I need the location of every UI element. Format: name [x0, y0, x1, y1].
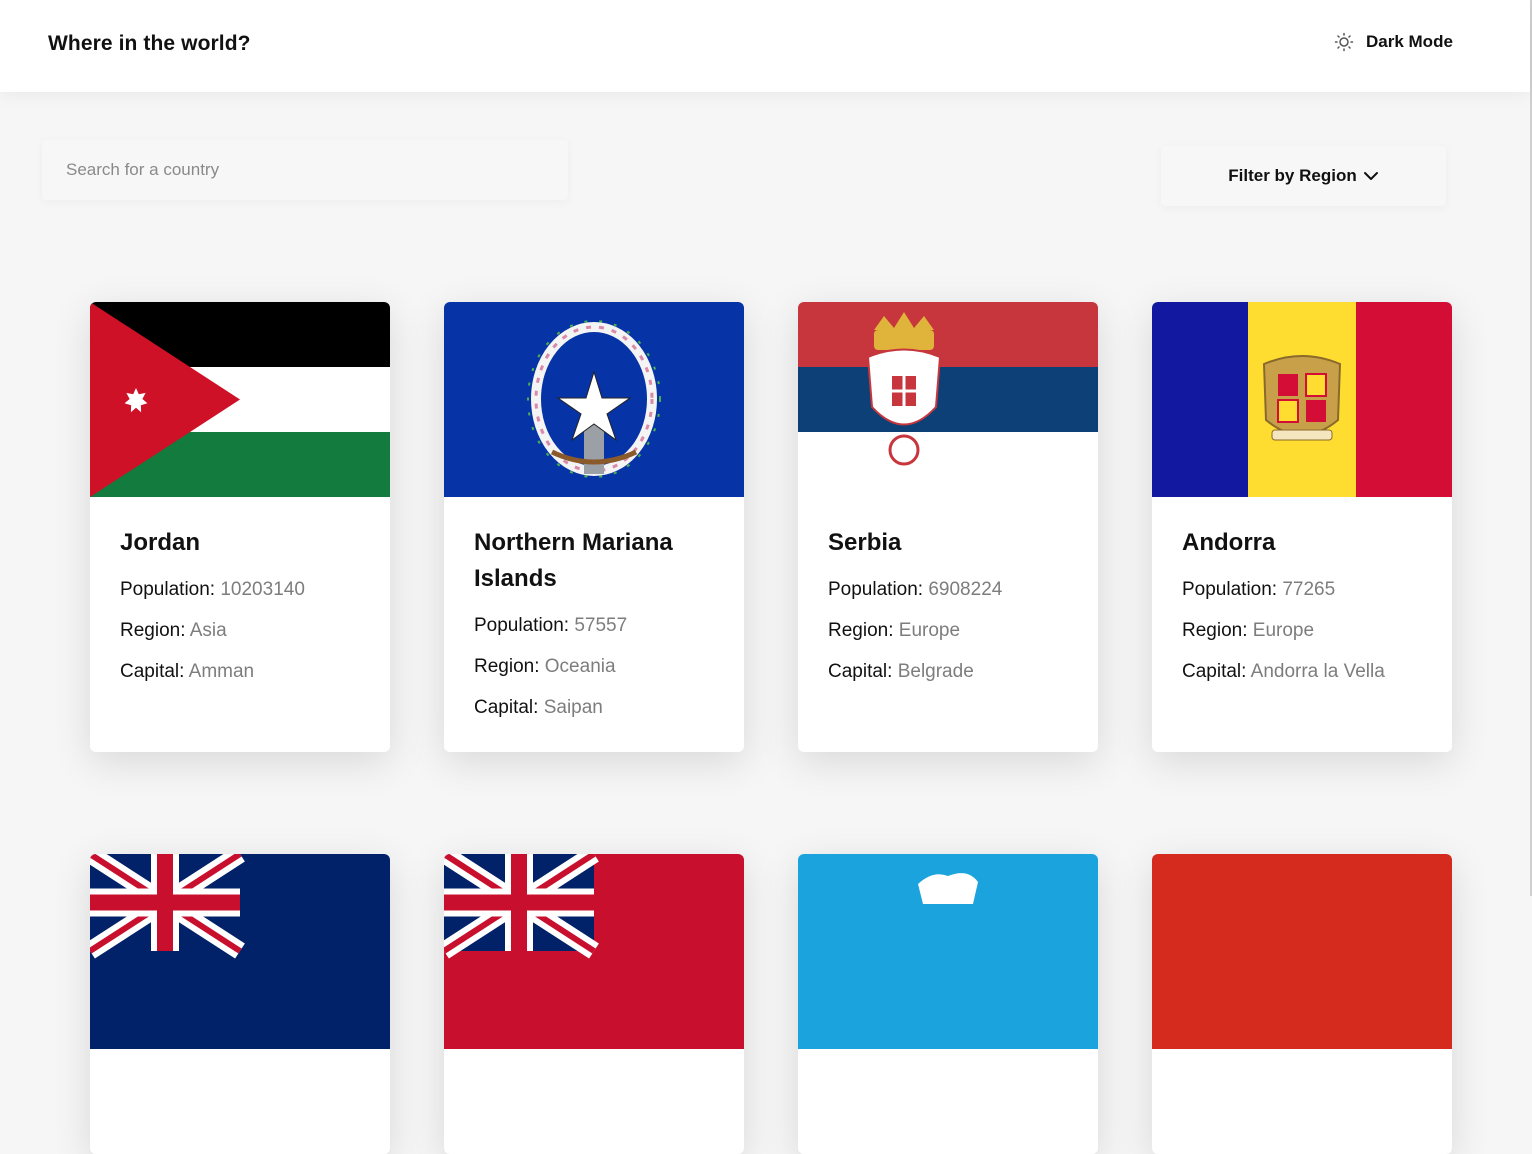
country-card-jordan[interactable]: Jordan Population: 10203140 Region: Asia…	[90, 302, 390, 752]
site-header: Where in the world? Dark Mode	[0, 0, 1530, 92]
andorra-flag-image	[1152, 302, 1452, 497]
search-box	[42, 140, 568, 200]
region-filter-dropdown[interactable]: Filter by Region	[1161, 146, 1446, 206]
capital-value: Andorra la Vella	[1250, 661, 1385, 682]
search-input[interactable]	[42, 140, 568, 200]
capital-row: Capital: Saipan	[474, 687, 714, 728]
capital-label: Capital:	[474, 697, 539, 718]
capital-value: Amman	[188, 661, 255, 682]
site-title: Where in the world?	[48, 32, 251, 55]
region-row: Region: Europe	[828, 610, 1068, 651]
sun-icon	[1334, 32, 1354, 52]
country-name: Jordan	[120, 529, 201, 556]
jordan-flag-image	[90, 302, 390, 497]
country-flag-image	[444, 854, 744, 1049]
region-value: Europe	[1252, 620, 1315, 641]
region-value: Oceania	[544, 656, 616, 677]
dark-mode-label: Dark Mode	[1366, 32, 1453, 51]
population-row: Population: 77265	[1182, 569, 1422, 610]
population-label: Population:	[1182, 579, 1278, 600]
country-card[interactable]	[444, 854, 744, 1154]
capital-label: Capital:	[120, 661, 185, 682]
region-row: Region: Oceania	[474, 646, 714, 687]
capital-row: Capital: Amman	[120, 651, 360, 692]
region-label: Region:	[474, 656, 540, 677]
population-value: 57557	[574, 615, 628, 636]
population-row: Population: 6908224	[828, 569, 1068, 610]
population-row: Population: 57557	[474, 605, 714, 646]
serbia-flag-image	[798, 302, 1098, 497]
country-flag-image	[798, 854, 1098, 1049]
capital-label: Capital:	[828, 661, 893, 682]
region-row: Region: Europe	[1182, 610, 1422, 651]
population-label: Population:	[120, 579, 216, 600]
country-name: Northern Mariana Islands	[474, 529, 673, 592]
population-value: 77265	[1282, 579, 1336, 600]
country-name: Andorra	[1182, 529, 1276, 556]
capital-label: Capital:	[1182, 661, 1247, 682]
chevron-down-icon	[1363, 172, 1378, 180]
filter-label: Filter by Region	[1228, 166, 1357, 185]
region-label: Region:	[828, 620, 894, 641]
population-label: Population:	[474, 615, 570, 636]
country-card[interactable]	[1152, 854, 1452, 1154]
region-label: Region:	[120, 620, 186, 641]
dark-mode-toggle[interactable]: Dark Mode	[1334, 32, 1453, 52]
region-value: Europe	[898, 620, 961, 641]
capital-value: Belgrade	[897, 661, 974, 682]
population-value: 10203140	[220, 579, 305, 600]
country-card-northern-mariana-islands[interactable]: Northern Mariana Islands Population: 575…	[444, 302, 744, 752]
country-card-serbia[interactable]: Serbia Population: 6908224 Region: Europ…	[798, 302, 1098, 752]
country-card-andorra[interactable]: Andorra Population: 77265 Region: Europe…	[1152, 302, 1452, 752]
northern-mariana-islands-flag-image	[444, 302, 744, 497]
region-value: Asia	[189, 620, 227, 641]
country-flag-image	[1152, 854, 1452, 1049]
capital-row: Capital: Belgrade	[828, 651, 1068, 692]
population-value: 6908224	[928, 579, 1003, 600]
region-row: Region: Asia	[120, 610, 360, 651]
population-label: Population:	[828, 579, 924, 600]
population-row: Population: 10203140	[120, 569, 360, 610]
country-flag-image	[90, 854, 390, 1049]
country-name: Serbia	[828, 529, 902, 556]
capital-value: Saipan	[543, 697, 603, 718]
capital-row: Capital: Andorra la Vella	[1182, 651, 1422, 692]
country-card[interactable]	[798, 854, 1098, 1154]
country-card[interactable]	[90, 854, 390, 1154]
region-label: Region:	[1182, 620, 1248, 641]
